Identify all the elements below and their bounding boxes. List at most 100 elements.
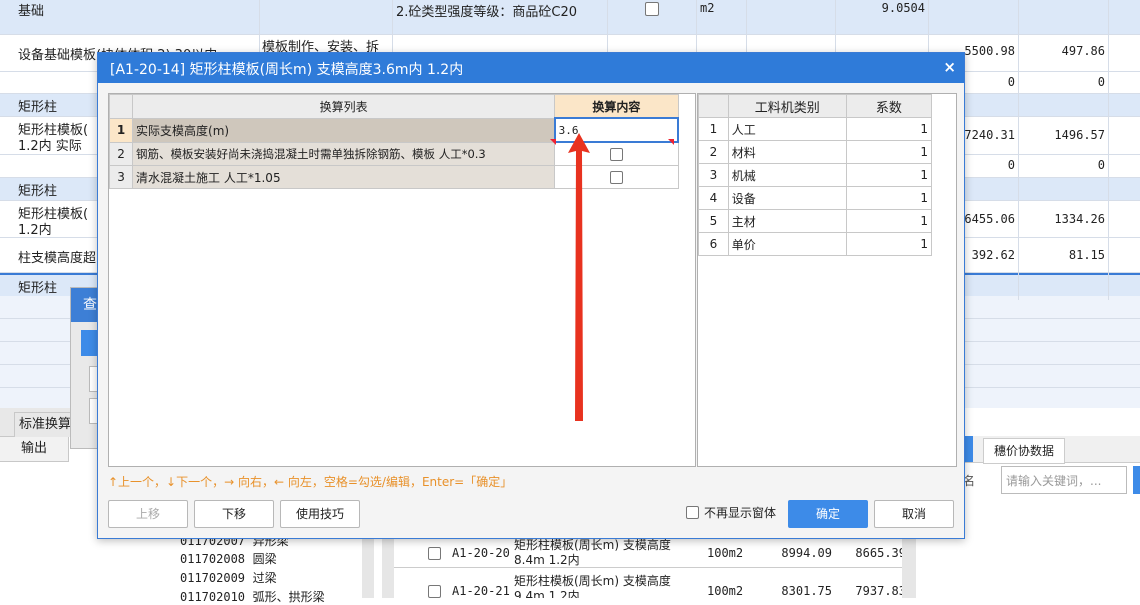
- right-lower-panel: 穗价协数据 名 请输入关键词，...: [963, 408, 1140, 598]
- code-name: 弧形、拱形梁: [252, 590, 325, 604]
- code-name: 过梁: [252, 571, 277, 585]
- table-row[interactable]: 5 主材 1: [698, 209, 933, 233]
- quota-price: 8994.09: [781, 546, 832, 560]
- option-checkbox[interactable]: [609, 171, 623, 184]
- column-header-coefficient: 系数: [845, 94, 933, 118]
- column-header-conversion-content: 换算内容: [554, 94, 679, 119]
- row-name-line2: 1.2内: [18, 223, 52, 238]
- column-header-conversion-list: 换算列表: [132, 94, 556, 119]
- table-row[interactable]: 4 设备 1: [698, 186, 933, 210]
- code-name: 圆梁: [252, 552, 277, 566]
- row-checkbox[interactable]: [428, 585, 441, 598]
- quota-price: 7937.83: [855, 584, 906, 598]
- code: 011702008: [180, 552, 246, 566]
- row-number: 5: [698, 209, 729, 233]
- coefficient[interactable]: 1: [845, 209, 933, 233]
- quota-code: A1-20-20: [452, 546, 510, 560]
- row-number: 1: [698, 117, 729, 141]
- quota-name: 矩形柱模板(周长m) 支模高度8.4m 1.2内: [514, 538, 671, 567]
- section-title: 矩形柱: [18, 281, 58, 296]
- list-item[interactable]: 011702008 圆梁: [180, 550, 277, 567]
- material-type: 主材: [727, 209, 847, 233]
- section-title: 矩形柱: [18, 100, 58, 115]
- row-name-line2: 1.2内 实际: [18, 139, 82, 154]
- comment-marker: [550, 139, 556, 145]
- material-type: 设备: [727, 186, 847, 210]
- list-item[interactable]: 011702010 弧形、拱形梁: [180, 588, 325, 605]
- section-title: 矩形柱: [18, 184, 58, 199]
- quota-unit: 100m2: [707, 546, 744, 560]
- quota-code: A1-20-21: [452, 584, 510, 598]
- no-show-checkbox[interactable]: [686, 506, 699, 519]
- row-value: 0: [1097, 158, 1105, 172]
- row-value: 497.86: [1061, 44, 1105, 58]
- row-unit: m2: [700, 1, 715, 15]
- scrollbar[interactable]: [902, 537, 916, 598]
- code: 011702010: [180, 590, 246, 604]
- dialog-title-bar[interactable]: [A1-20-14] 矩形柱模板(周长m) 支模高度3.6m内 1.2内 ×: [98, 53, 964, 83]
- tab-standard-conversion[interactable]: 标准换算: [14, 412, 76, 437]
- close-icon[interactable]: ×: [943, 58, 956, 76]
- dialog-title: [A1-20-14] 矩形柱模板(周长m) 支模高度3.6m内 1.2内: [110, 62, 464, 78]
- conversion-list-grid: 换算列表 换算内容 1 实际支模高度(m) 3.6 2 钢筋、模板安装好尚未浇捣…: [108, 93, 696, 467]
- material-type: 机械: [727, 163, 847, 187]
- row-number: 1: [108, 117, 134, 143]
- coefficient[interactable]: 1: [845, 232, 933, 256]
- material-type: 材料: [727, 140, 847, 164]
- row-value: 1496.57: [1054, 128, 1105, 142]
- row-number: 2: [108, 141, 134, 166]
- move-down-button[interactable]: 下移: [194, 500, 274, 528]
- row-number: 3: [108, 165, 134, 189]
- corner-cell: [698, 94, 729, 118]
- column-header-material-type: 工料机类别: [727, 94, 847, 118]
- quota-table: A1-20-20 矩形柱模板(周长m) 支模高度8.4m 1.2内 100m2 …: [382, 537, 962, 598]
- material-type: 单价: [727, 232, 847, 256]
- quota-price: 8665.39: [855, 546, 906, 560]
- row-value: 0: [1097, 75, 1105, 89]
- table-row[interactable]: 3 机械 1: [698, 163, 933, 187]
- table-row[interactable]: 2 材料 1: [698, 140, 933, 164]
- row-value: 1334.26: [1054, 212, 1105, 226]
- table-row[interactable]: 1 人工 1: [698, 117, 933, 141]
- table-row[interactable]: A1-20-21 矩形柱模板(周长m) 支模高度9.4m 1.2内 100m2 …: [394, 568, 916, 598]
- row-number: 6: [698, 232, 729, 256]
- coefficient[interactable]: 1: [845, 163, 933, 187]
- quota-unit: 100m2: [707, 584, 744, 598]
- list-item[interactable]: 011702009 过梁: [180, 569, 277, 586]
- coefficient[interactable]: 1: [845, 117, 933, 141]
- quota-price: 8301.75: [781, 584, 832, 598]
- keyboard-hint: ↑上一个，↓下一个，→ 向右，← 向左，空格=勾选/编辑，Enter=「确定」: [108, 475, 513, 489]
- row-name: 柱支模高度超: [18, 251, 97, 266]
- arrow-annotation-icon: [568, 133, 590, 421]
- material-type: 人工: [727, 117, 847, 141]
- row-number: 2: [698, 140, 729, 164]
- column-header-output: 输出: [0, 437, 69, 462]
- move-up-button[interactable]: 上移: [108, 500, 188, 528]
- row-qty: 9.0504: [881, 1, 925, 15]
- keyword-search-input[interactable]: 请输入关键词，...: [1001, 466, 1127, 494]
- usage-tips-button[interactable]: 使用技巧: [280, 500, 360, 528]
- tab-price-data[interactable]: 穗价协数据: [983, 438, 1065, 464]
- material-type-grid: 工料机类别 系数 1 人工 1 2 材料 1 3 机械 1 4 设备 1 5 主…: [697, 93, 957, 467]
- table-row[interactable]: A1-20-20 矩形柱模板(周长m) 支模高度8.4m 1.2内 100m2 …: [394, 537, 916, 568]
- no-show-label: 不再显示窗体: [704, 506, 777, 520]
- row-desc: 2.砼类型强度等级：商品砼C20: [396, 5, 578, 20]
- coefficient[interactable]: 1: [845, 186, 933, 210]
- table-row[interactable]: 6 单价 1: [698, 232, 933, 256]
- corner-cell: [108, 94, 134, 119]
- row-name: 基础: [18, 4, 45, 19]
- option-checkbox[interactable]: [609, 148, 623, 161]
- row-number: 4: [698, 186, 729, 210]
- ok-button[interactable]: 确定: [788, 500, 868, 528]
- quota-name: 矩形柱模板(周长m) 支模高度9.4m 1.2内: [514, 574, 671, 598]
- comment-marker: [668, 139, 674, 145]
- row-checkbox[interactable]: [645, 2, 659, 16]
- row-number: 3: [698, 163, 729, 187]
- search-button[interactable]: [1133, 466, 1140, 494]
- row-label: 清水混凝土施工 人工*1.05: [132, 165, 556, 189]
- cancel-button[interactable]: 取消: [874, 500, 954, 528]
- row-checkbox[interactable]: [428, 547, 441, 560]
- row-value: 81.15: [1068, 248, 1105, 262]
- coefficient[interactable]: 1: [845, 140, 933, 164]
- code: 011702009: [180, 571, 246, 585]
